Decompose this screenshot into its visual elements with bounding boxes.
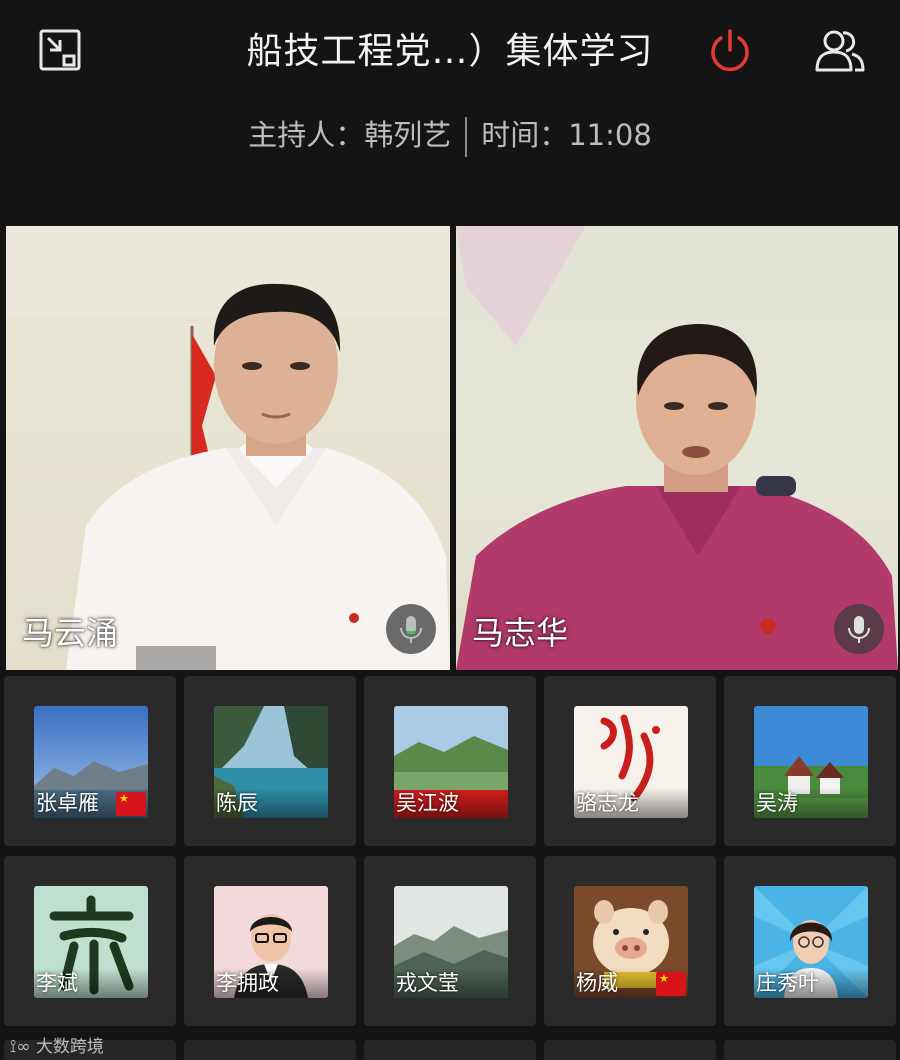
meeting-title: 船技工程党…）集体学习 xyxy=(246,31,654,72)
participant-tile[interactable]: 杨威 xyxy=(544,856,716,1026)
watermark: ⟟∞ 大数跨境 xyxy=(10,1032,104,1057)
participant-avatar: 陈辰 xyxy=(214,706,328,818)
participant-tile[interactable]: 骆志龙 xyxy=(544,676,716,846)
participant-name: 吴涛 xyxy=(754,788,868,818)
participant-avatar: 戎文莹 xyxy=(394,886,508,998)
participant-avatar: 张卓雁 xyxy=(34,706,148,818)
watermark-text: 大数跨境 xyxy=(35,1037,104,1057)
microphone-icon[interactable] xyxy=(386,604,436,654)
flag-badge xyxy=(116,792,146,816)
participant-tile[interactable] xyxy=(544,1040,716,1060)
participant-avatar: 吴涛 xyxy=(754,706,868,818)
top-bar: 船技工程党…）集体学习 xyxy=(0,0,900,100)
power-icon[interactable] xyxy=(706,26,754,74)
speaker-name: 马云涌 xyxy=(22,614,119,652)
participant-name: 李拥政 xyxy=(214,968,328,998)
meeting-info: 主持人：韩列艺 时间：11:08 xyxy=(0,112,900,157)
participant-avatar: 骆志龙 xyxy=(574,706,688,818)
participant-tile[interactable]: 李斌 xyxy=(4,856,176,1026)
participants-icon[interactable] xyxy=(812,26,868,74)
speaker-name: 马志华 xyxy=(472,614,569,652)
participant-tile[interactable] xyxy=(184,1040,356,1060)
participant-avatar: 李拥政 xyxy=(214,886,328,998)
time-label: 时间：11:08 xyxy=(481,118,652,152)
participant-tile[interactable]: 李拥政 xyxy=(184,856,356,1026)
participant-name: 骆志龙 xyxy=(574,788,688,818)
participant-tile[interactable] xyxy=(364,1040,536,1060)
participant-name: 李斌 xyxy=(34,968,148,998)
main-video-1[interactable]: 马云涌 xyxy=(6,226,450,670)
participant-avatar: 杨威 xyxy=(574,886,688,998)
participant-tile[interactable]: 戎文莹 xyxy=(364,856,536,1026)
participant-tile[interactable]: 陈辰 xyxy=(184,676,356,846)
participant-name: 陈辰 xyxy=(214,788,328,818)
participant-name: 吴江波 xyxy=(394,788,508,818)
participant-avatar: 吴江波 xyxy=(394,706,508,818)
video-feed-person xyxy=(456,226,898,670)
microphone-icon[interactable] xyxy=(834,604,884,654)
brand-logo-icon: ⟟∞ xyxy=(10,1037,31,1057)
participant-tile[interactable] xyxy=(724,1040,896,1060)
next-row-partial xyxy=(0,1034,900,1060)
participant-tile[interactable]: 庄秀叶 xyxy=(724,856,896,1026)
participant-tile[interactable]: 吴涛 xyxy=(724,676,896,846)
main-video-2[interactable]: 马志华 xyxy=(456,226,898,670)
flag-badge xyxy=(656,972,686,996)
host-label: 主持人：韩列艺 xyxy=(248,118,452,152)
participant-avatar: 李斌 xyxy=(34,886,148,998)
divider xyxy=(465,117,468,157)
video-feed-person xyxy=(6,226,450,670)
participant-tile[interactable]: 张卓雁 xyxy=(4,676,176,846)
participant-tile[interactable]: 吴江波 xyxy=(364,676,536,846)
exit-fullscreen-icon[interactable] xyxy=(38,28,82,72)
participant-name: 庄秀叶 xyxy=(754,968,868,998)
participant-name: 戎文莹 xyxy=(394,968,508,998)
participant-avatar: 庄秀叶 xyxy=(754,886,868,998)
